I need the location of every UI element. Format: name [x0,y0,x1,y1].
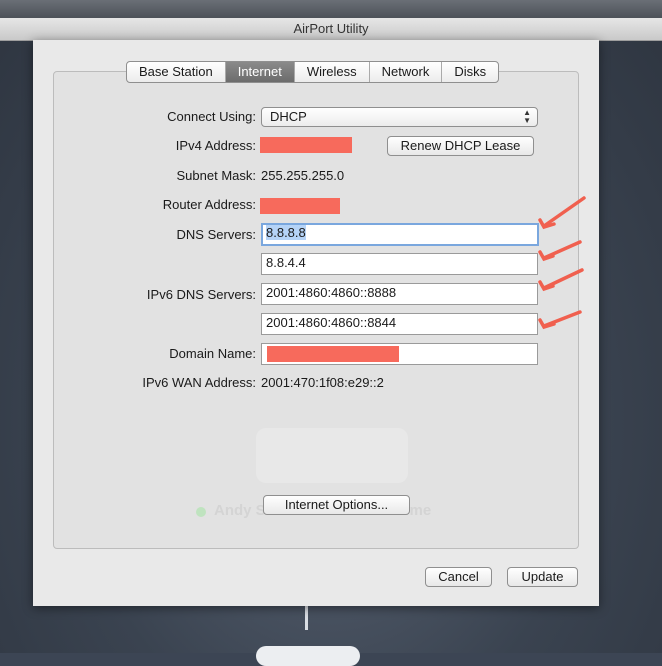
connection-line [305,606,308,630]
window-titlebar: AirPort Utility [0,18,662,41]
redaction-router [260,198,340,214]
dns-primary-input[interactable]: 8.8.8.8 [261,223,539,246]
update-button[interactable]: Update [507,567,578,587]
tab-internet[interactable]: Internet [225,62,295,82]
arrow-icon [538,310,582,330]
cancel-button[interactable]: Cancel [425,567,492,587]
dns-servers-label: DNS Servers: [176,227,256,242]
select-arrows-icon: ▲ ▼ [523,108,531,125]
annotation-arrows [538,196,586,330]
ipv6-wan-value: 2001:470:1f08:e29::2 [261,375,384,390]
connect-using-label: Connect Using: [167,109,256,124]
tab-wireless[interactable]: Wireless [295,62,370,82]
domain-name-label: Domain Name: [169,346,256,361]
internet-options-button[interactable]: Internet Options... [263,495,410,515]
subnet-mask-value: 255.255.255.0 [261,168,345,183]
ipv6-wan-label: IPv6 WAN Address: [142,375,256,390]
subnet-mask-label: Subnet Mask: [176,168,257,183]
redaction-ipv4 [260,137,352,153]
tab-bar: Base Station Internet Wireless Network D… [126,61,500,83]
settings-sheet: Andy Snook's AirPort Extreme Base Statio… [33,40,599,606]
dns-secondary-input[interactable]: 8.8.4.4 [261,253,538,275]
window-top-strip [0,0,662,18]
arrow-icon [538,196,586,230]
renew-dhcp-button[interactable]: Renew DHCP Lease [387,136,534,156]
tab-network[interactable]: Network [370,62,443,82]
device-pill [256,646,360,666]
tab-disks[interactable]: Disks [442,62,498,82]
tab-base-station[interactable]: Base Station [127,62,226,82]
arrow-icon [538,268,584,292]
connect-using-value: DHCP [270,109,307,124]
ghost-base-station-image [256,428,408,483]
window-title: AirPort Utility [293,21,369,36]
arrow-icon [538,240,582,262]
ipv6-dns-primary-input[interactable]: 2001:4860:4860::8888 [261,283,538,305]
connect-using-select[interactable]: DHCP ▲ ▼ [261,107,538,127]
redaction-domain [267,346,399,362]
ipv4-address-label: IPv4 Address: [175,138,256,153]
status-dot-icon [196,507,206,517]
router-address-label: Router Address: [162,197,256,212]
ipv6-dns-label: IPv6 DNS Servers: [146,287,256,302]
dns-primary-value: 8.8.8.8 [266,225,306,240]
ipv6-dns-secondary-input[interactable]: 2001:4860:4860::8844 [261,313,538,335]
